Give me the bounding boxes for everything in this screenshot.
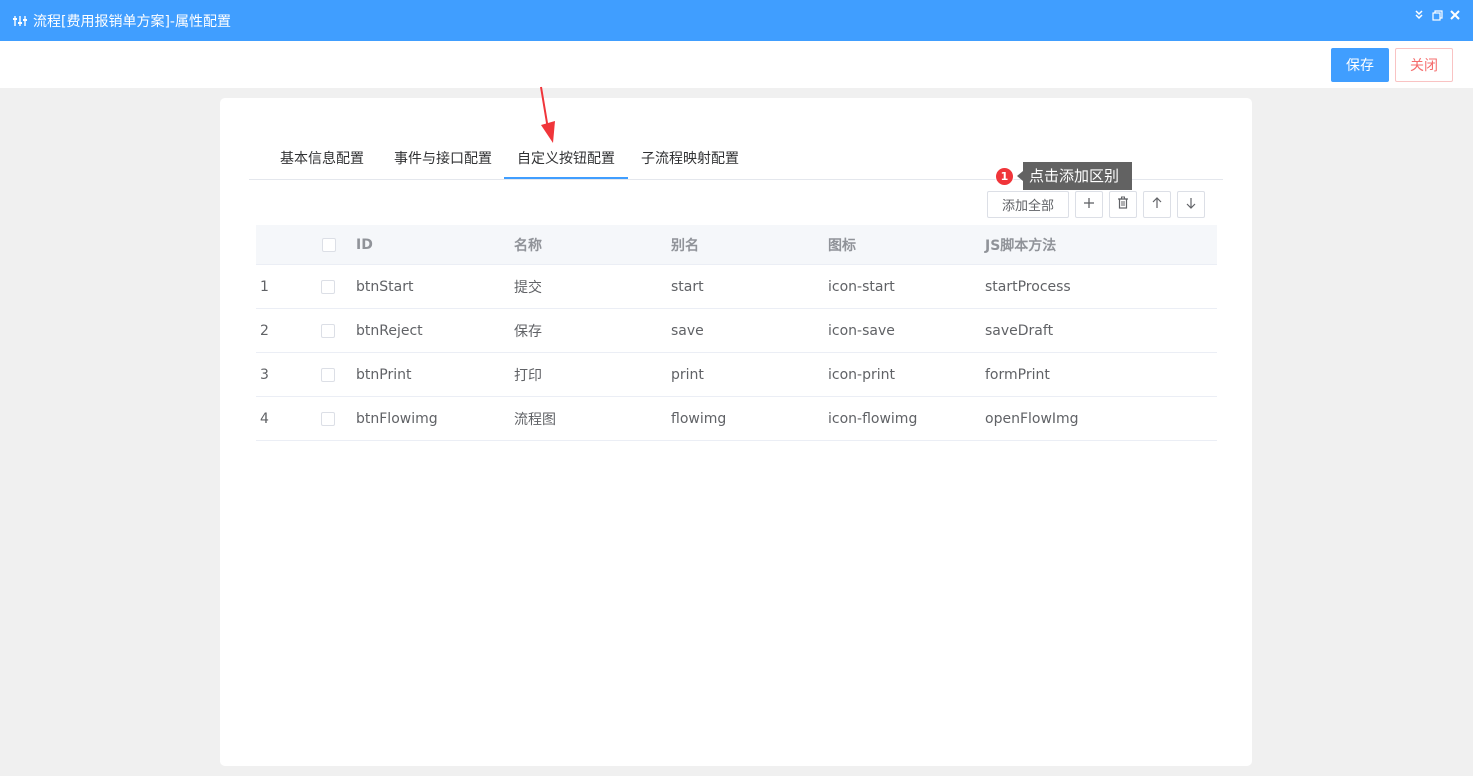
- buttons-grid: ID 名称 别名 图标 JS脚本方法 1 btnStart 提交 start i…: [256, 225, 1217, 441]
- cell-alias: save: [671, 322, 704, 339]
- cell-icon: icon-start: [828, 278, 895, 295]
- row-checkbox-cell: [321, 265, 335, 308]
- config-card: 基本信息配置 事件与接口配置 自定义按钮配置 子流程映射配置 1 点击添加区别 …: [220, 98, 1252, 766]
- column-header-alias[interactable]: 别名: [671, 225, 699, 264]
- cell-alias: flowimg: [671, 410, 727, 427]
- cell-js-method: saveDraft: [985, 322, 1054, 339]
- table-row[interactable]: 1 btnStart 提交 start icon-start startProc…: [256, 265, 1217, 309]
- cell-icon: icon-save: [828, 322, 895, 339]
- add-all-button[interactable]: 添加全部: [987, 191, 1069, 218]
- row-index: 1: [260, 278, 269, 295]
- row-index: 2: [260, 322, 269, 339]
- row-checkbox[interactable]: [321, 411, 335, 426]
- window-title: 流程[费用报销单方案]-属性配置: [33, 13, 231, 30]
- active-tab-indicator: [504, 177, 628, 179]
- cell-js-method: formPrint: [985, 366, 1050, 383]
- cell-alias: start: [671, 278, 704, 295]
- move-up-button[interactable]: [1143, 191, 1171, 218]
- settings-sliders-icon: [13, 14, 27, 28]
- cell-name: 保存: [514, 323, 542, 340]
- grid-header: ID 名称 别名 图标 JS脚本方法: [256, 225, 1217, 265]
- table-row[interactable]: 2 btnReject 保存 save icon-save saveDraft: [256, 309, 1217, 353]
- tab-events-interfaces[interactable]: 事件与接口配置: [381, 142, 505, 180]
- row-checkbox[interactable]: [321, 279, 335, 294]
- restore-icon[interactable]: [1431, 9, 1443, 21]
- arrow-down-icon: [1186, 197, 1196, 213]
- delete-button[interactable]: [1109, 191, 1137, 218]
- close-icon[interactable]: [1449, 9, 1461, 21]
- row-checkbox[interactable]: [321, 367, 335, 382]
- row-checkbox-cell: [321, 353, 335, 396]
- move-down-button[interactable]: [1177, 191, 1205, 218]
- cell-id: btnReject: [356, 322, 423, 339]
- trash-icon: [1117, 196, 1129, 213]
- cell-name: 提交: [514, 279, 542, 296]
- select-all-checkbox[interactable]: [322, 237, 336, 252]
- column-header-icon[interactable]: 图标: [828, 225, 856, 264]
- cell-id: btnPrint: [356, 366, 412, 383]
- column-header-name[interactable]: 名称: [514, 225, 542, 264]
- cell-name: 流程图: [514, 411, 556, 428]
- annotation-badge: 1: [995, 166, 1014, 186]
- add-button[interactable]: [1075, 191, 1103, 218]
- annotation-tooltip: 1 点击添加区别: [995, 162, 1133, 190]
- plus-icon: [1083, 197, 1095, 213]
- tab-subprocess-mapping[interactable]: 子流程映射配置: [628, 142, 752, 180]
- table-row[interactable]: 3 btnPrint 打印 print icon-print formPrint: [256, 353, 1217, 397]
- cell-name: 打印: [514, 367, 542, 384]
- annotation-arrow-icon: [540, 86, 555, 143]
- window-titlebar: 流程[费用报销单方案]-属性配置: [0, 0, 1473, 41]
- cell-alias: print: [671, 366, 704, 383]
- select-all-checkbox-cell: [322, 225, 336, 264]
- tab-basic-info[interactable]: 基本信息配置: [263, 142, 381, 180]
- row-checkbox-cell: [321, 397, 335, 440]
- grid-actions: 添加全部: [220, 191, 1252, 218]
- arrow-up-icon: [1152, 196, 1162, 213]
- top-toolbar: 保存 关闭: [0, 41, 1473, 88]
- row-checkbox[interactable]: [321, 323, 335, 338]
- table-row[interactable]: 4 btnFlowimg 流程图 flowimg icon-flowimg op…: [256, 397, 1217, 441]
- cell-js-method: openFlowImg: [985, 410, 1079, 427]
- collapse-icon[interactable]: [1413, 9, 1425, 21]
- column-header-js-method[interactable]: JS脚本方法: [985, 225, 1056, 264]
- row-index: 4: [260, 410, 269, 427]
- save-button[interactable]: 保存: [1331, 48, 1389, 82]
- tab-custom-buttons[interactable]: 自定义按钮配置: [504, 142, 628, 180]
- cell-id: btnStart: [356, 278, 414, 295]
- window-controls: [1413, 9, 1461, 21]
- column-header-id[interactable]: ID: [356, 225, 373, 264]
- cell-js-method: startProcess: [985, 278, 1071, 295]
- row-checkbox-cell: [321, 309, 335, 352]
- tooltip-text: 点击添加区别: [1023, 162, 1133, 190]
- cell-icon: icon-flowimg: [828, 410, 918, 427]
- close-button[interactable]: 关闭: [1395, 48, 1453, 82]
- cell-id: btnFlowimg: [356, 410, 438, 427]
- row-index: 3: [260, 366, 269, 383]
- cell-icon: icon-print: [828, 366, 895, 383]
